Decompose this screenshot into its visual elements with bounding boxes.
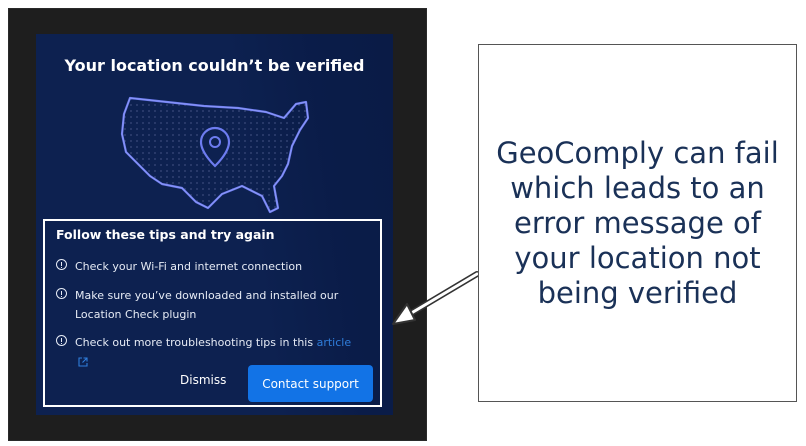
info-icon (56, 335, 67, 346)
info-icon (56, 259, 67, 270)
tips-title: Follow these tips and try again (56, 227, 275, 242)
tip-text-prefix: Check out more troubleshooting tips in t… (75, 336, 314, 349)
contact-support-button[interactable]: Contact support (248, 365, 373, 402)
external-link-icon[interactable] (78, 357, 88, 367)
tip-text: Check your Wi-Fi and internet connection (75, 260, 303, 273)
dialog-title: Your location couldn’t be verified (64, 56, 365, 75)
info-icon (56, 288, 67, 299)
callout-box: GeoComply can fail which leads to an err… (478, 44, 797, 402)
tip-text: Make sure you’ve downloaded and installe… (75, 289, 339, 321)
us-map-icon (120, 96, 310, 214)
pointer-arrow-icon (392, 271, 480, 325)
callout-text: GeoComply can fail which leads to an err… (496, 135, 779, 310)
dismiss-button[interactable]: Dismiss (180, 373, 226, 387)
article-link[interactable]: article (317, 336, 352, 349)
